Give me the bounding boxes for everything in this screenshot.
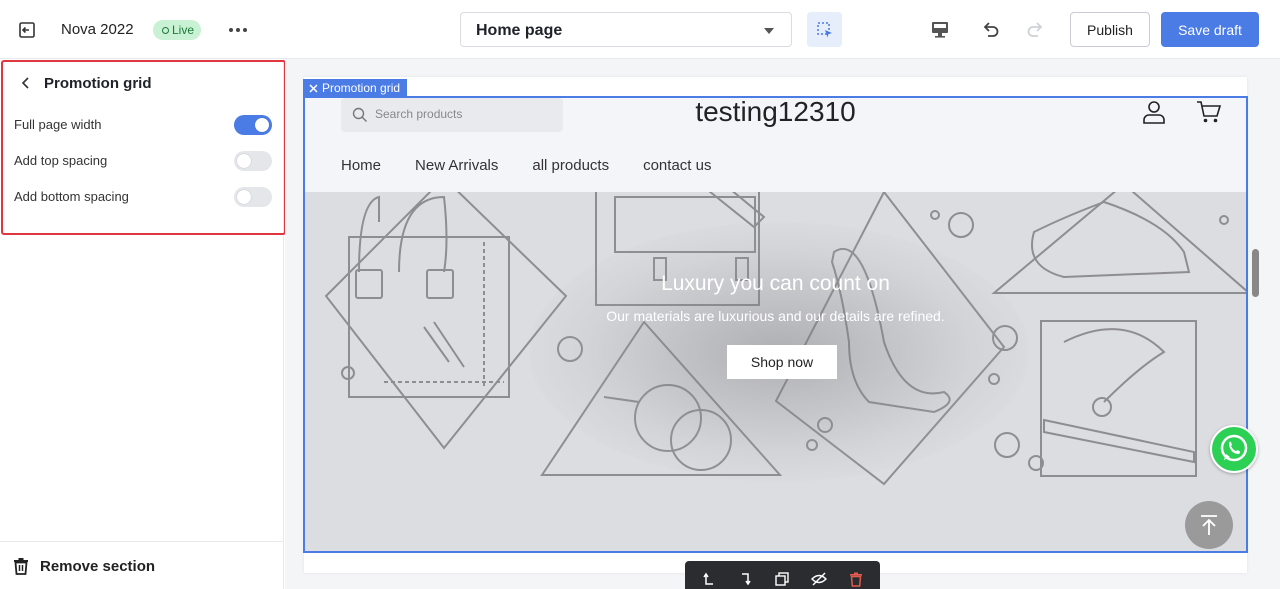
nav-item-new-arrivals[interactable]: New Arrivals <box>415 157 498 174</box>
back-to-top-button[interactable] <box>1185 501 1233 549</box>
option-label: Add top spacing <box>14 153 108 168</box>
store-preview: Search products testing12310 Home New Ar… <box>304 77 1247 573</box>
account-icon[interactable] <box>1142 100 1166 124</box>
shop-now-button[interactable]: Shop now <box>727 345 837 379</box>
top-bar: Nova 2022 Live Home page Publish Save dr… <box>0 0 1280 59</box>
live-dot-icon <box>162 26 169 34</box>
theme-name: Nova 2022 <box>61 21 134 38</box>
save-draft-button[interactable]: Save draft <box>1161 12 1259 47</box>
selection-tag-label: Promotion grid <box>322 81 401 95</box>
hero-title: Luxury you can count on <box>661 272 890 295</box>
move-up-button[interactable] <box>699 569 719 589</box>
option-add-top-spacing: Add top spacing <box>14 150 272 172</box>
desktop-icon <box>932 22 948 38</box>
move-down-button[interactable] <box>736 569 756 589</box>
more-options-button[interactable] <box>227 19 249 41</box>
preview-scrollbar[interactable] <box>1252 249 1259 297</box>
redo-button[interactable] <box>1025 18 1047 40</box>
chevron-left-icon <box>21 77 29 89</box>
option-add-bottom-spacing: Add bottom spacing <box>14 186 272 208</box>
preview-canvas: Search products testing12310 Home New Ar… <box>285 59 1280 589</box>
chevron-down-icon <box>764 28 774 34</box>
page-select[interactable]: Home page <box>460 12 792 47</box>
store-header: Search products testing12310 Home New Ar… <box>304 96 1247 192</box>
section-settings-panel: Promotion grid Full page width Add top s… <box>0 59 286 589</box>
delete-icon <box>849 572 862 587</box>
move-down-icon <box>741 573 751 586</box>
redo-icon <box>1027 22 1043 37</box>
option-full-page-width: Full page width <box>14 114 272 136</box>
store-nav: Home New Arrivals all products contact u… <box>341 157 711 174</box>
section-action-toolbar <box>685 561 880 589</box>
duplicate-button[interactable] <box>772 569 792 589</box>
duplicate-icon <box>775 572 790 586</box>
add-bottom-spacing-toggle[interactable] <box>234 187 272 207</box>
back-button[interactable] <box>18 75 34 91</box>
remove-section-label: Remove section <box>40 558 156 575</box>
select-cursor-icon <box>816 21 832 37</box>
option-label: Full page width <box>14 117 102 132</box>
store-logo[interactable]: testing12310 <box>304 96 1247 128</box>
nav-item-all-products[interactable]: all products <box>532 157 609 174</box>
nav-item-contact-us[interactable]: contact us <box>643 157 711 174</box>
option-label: Add bottom spacing <box>14 189 129 204</box>
trash-icon <box>14 558 28 575</box>
page-select-value: Home page <box>476 22 563 39</box>
status-badge-label: Live <box>172 23 195 37</box>
undo-button[interactable] <box>979 18 1001 40</box>
arrow-up-icon <box>1201 515 1217 535</box>
cart-icon[interactable] <box>1196 100 1222 124</box>
inspect-select-button[interactable] <box>807 12 842 47</box>
promotion-grid-hero: Luxury you can count on Our materials ar… <box>304 192 1247 553</box>
desktop-view-button[interactable] <box>929 18 951 40</box>
nav-item-home[interactable]: Home <box>341 157 381 174</box>
promotion-grid-settings: Promotion grid Full page width Add top s… <box>1 60 286 235</box>
full-page-width-toggle[interactable] <box>234 115 272 135</box>
publish-button[interactable]: Publish <box>1070 12 1150 47</box>
whatsapp-chat-button[interactable] <box>1210 425 1258 473</box>
exit-icon <box>19 22 35 38</box>
move-up-icon <box>703 572 714 585</box>
hide-button[interactable] <box>809 569 829 589</box>
hide-icon <box>811 572 828 586</box>
close-icon <box>309 83 318 93</box>
status-badge: Live <box>153 20 202 40</box>
add-top-spacing-toggle[interactable] <box>234 151 272 171</box>
hero-subtitle: Our materials are luxurious and our deta… <box>606 308 945 324</box>
undo-icon <box>983 22 999 37</box>
section-selection-tag[interactable]: Promotion grid <box>303 79 408 97</box>
whatsapp-icon <box>1220 434 1248 462</box>
panel-title: Promotion grid <box>44 75 152 92</box>
exit-editor-button[interactable] <box>16 19 38 41</box>
remove-section-button[interactable]: Remove section <box>0 541 284 589</box>
delete-button[interactable] <box>846 569 866 589</box>
